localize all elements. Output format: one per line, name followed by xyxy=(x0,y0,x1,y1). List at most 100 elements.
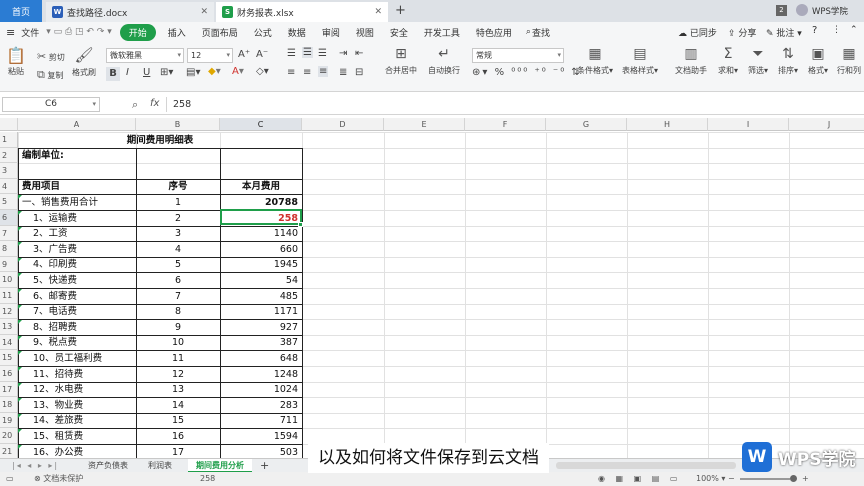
wrap-text-button[interactable]: ↵ 自动换行 xyxy=(425,46,463,76)
spreadsheet-grid[interactable]: A B C D E F G H I J 1 2 3 4 5 6 7 8 9 10 11 12 13 14 1… xyxy=(0,118,864,458)
fill-handle[interactable] xyxy=(298,222,303,227)
expense-seq[interactable]: 17 xyxy=(137,445,219,459)
row-header-3[interactable]: 3 xyxy=(0,163,18,179)
menu-data[interactable]: 数据 xyxy=(280,26,314,39)
unit-label[interactable]: 编制单位: xyxy=(19,148,135,164)
col-header-i[interactable]: I xyxy=(708,118,789,131)
row-header-1[interactable]: 1 xyxy=(0,132,18,148)
italic-button[interactable]: I xyxy=(126,67,129,78)
expense-amount[interactable]: 283 xyxy=(221,398,301,414)
expense-amount[interactable]: 387 xyxy=(221,335,301,351)
window-count-badge[interactable]: 2 xyxy=(776,5,787,16)
expense-amount[interactable]: 503 xyxy=(221,445,301,459)
formula-input[interactable]: 258 xyxy=(166,97,862,112)
expense-item[interactable]: 8、招聘费 xyxy=(19,320,135,336)
expense-item[interactable]: 7、电话费 xyxy=(19,304,135,320)
menu-insert[interactable]: 插入 xyxy=(160,26,194,39)
expense-item[interactable]: 14、差旅费 xyxy=(19,413,135,429)
col-header-f[interactable]: F xyxy=(465,118,546,131)
conditional-format-button[interactable]: ▦ 条件格式▾ xyxy=(575,46,615,76)
expense-item[interactable]: 15、租赁费 xyxy=(19,429,135,445)
expense-seq[interactable]: 11 xyxy=(137,351,219,367)
menu-search[interactable]: 查找 xyxy=(532,26,558,39)
justify-icon[interactable]: ≣ xyxy=(339,67,347,78)
align-bottom-icon[interactable]: ☰ xyxy=(318,48,327,59)
row-header-11[interactable]: 11 xyxy=(0,288,18,304)
expense-seq[interactable]: 4 xyxy=(137,242,219,258)
expense-amount[interactable]: 1024 xyxy=(221,382,301,398)
bold-button[interactable]: B xyxy=(106,67,120,81)
header-amount[interactable]: 本月费用 xyxy=(221,179,301,195)
expense-item[interactable]: 11、招待费 xyxy=(19,367,135,383)
expense-amount[interactable]: 1594 xyxy=(221,429,301,445)
expense-item[interactable]: 一、销售费用合计 xyxy=(19,195,135,211)
menu-extra-icons[interactable]: ▾ ▭ ⎙ ◳ ↶ ↷ ▾ xyxy=(42,27,116,37)
protect-status[interactable]: ⊗ 文档未保护 xyxy=(34,472,83,486)
menu-features[interactable]: 特色应用 xyxy=(468,26,520,39)
paste-button[interactable]: 📋 粘贴 xyxy=(6,46,26,77)
row-header-2[interactable]: 2 xyxy=(0,147,18,164)
zoom-slider-handle[interactable] xyxy=(790,475,797,482)
collapse-ribbon-icon[interactable]: ⌃ xyxy=(850,25,858,35)
merge-center-button[interactable]: ⊞ 合并居中 xyxy=(380,46,422,76)
expense-seq[interactable]: 8 xyxy=(137,304,219,320)
row-header-15[interactable]: 15 xyxy=(0,350,18,366)
col-header-c[interactable]: C xyxy=(220,118,302,131)
zoom-search-icon[interactable]: ⌕ xyxy=(132,98,138,112)
zoom-level[interactable]: 100% ▾ xyxy=(696,472,725,486)
hamburger-icon[interactable]: ≡ xyxy=(0,26,18,39)
align-right-icon[interactable]: ≡ xyxy=(318,66,329,77)
expense-seq[interactable]: 3 xyxy=(137,226,219,242)
expense-seq[interactable]: 9 xyxy=(137,320,219,336)
table-style-button[interactable]: ▤ 表格样式▾ xyxy=(620,46,660,76)
col-header-e[interactable]: E xyxy=(384,118,465,131)
menu-review[interactable]: 审阅 xyxy=(314,26,348,39)
table-title[interactable]: 期间费用明细表 xyxy=(18,133,302,149)
selected-cell-c6[interactable] xyxy=(220,209,302,225)
expense-amount[interactable]: 1248 xyxy=(221,367,301,383)
align-left-icon[interactable]: ≡ xyxy=(287,67,295,78)
expense-item[interactable]: 16、办公费 xyxy=(19,445,135,459)
expense-amount[interactable]: 711 xyxy=(221,413,301,429)
col-header-h[interactable]: H xyxy=(627,118,708,131)
menu-view[interactable]: 视图 xyxy=(348,26,382,39)
tab-doc[interactable]: W 查找路径.docx ✕ xyxy=(46,2,214,22)
font-color-icon[interactable]: A▾ xyxy=(232,66,244,77)
indent-icon[interactable]: ⇥ xyxy=(339,48,347,59)
font-grow-icon[interactable]: A⁺ xyxy=(238,49,250,60)
corner-select-all[interactable] xyxy=(0,118,18,131)
row-col-button[interactable]: ▦ 行和列 xyxy=(835,46,863,76)
format-painter-button[interactable]: 🖌 格式刷 xyxy=(72,46,96,78)
align-center-icon[interactable]: ≡ xyxy=(303,67,311,78)
expense-seq[interactable]: 5 xyxy=(137,257,219,273)
font-name-select[interactable]: 微软雅黑 ▾ xyxy=(106,48,184,63)
col-header-b[interactable]: B xyxy=(136,118,220,131)
account-icon[interactable] xyxy=(796,4,808,16)
row-header-9[interactable]: 9 xyxy=(0,256,18,273)
expense-item[interactable]: 9、税点费 xyxy=(19,335,135,351)
doc-helper-button[interactable]: ▥ 文档助手 xyxy=(672,46,710,76)
cell-reference-box[interactable]: C6 ▾ xyxy=(2,97,100,112)
expense-seq[interactable]: 14 xyxy=(137,398,219,414)
expense-amount[interactable]: 485 xyxy=(221,289,301,305)
macro-icon[interactable]: ▭ xyxy=(6,472,14,486)
sheet-nav-icons[interactable]: |◂ ◂ ▸ ▸| xyxy=(4,459,67,473)
view-mode-icons[interactable]: ◉ ▦ ▣ ▤ ▭ xyxy=(598,472,681,486)
highlight-icon[interactable]: ◆▾ xyxy=(208,66,221,77)
underline-button[interactable]: U xyxy=(143,67,150,78)
sync-status[interactable]: ☁ 已同步 xyxy=(678,26,717,39)
number-format-icons[interactable]: ⊛▾ % ⁰⁰⁰ ⁺⁰ ⁻⁰ ⇅ xyxy=(472,67,582,78)
col-header-d[interactable]: D xyxy=(302,118,384,131)
expense-seq[interactable]: 12 xyxy=(137,367,219,383)
account-name[interactable]: WPS学院 xyxy=(812,5,848,17)
close-icon[interactable]: ✕ xyxy=(374,7,382,17)
expense-seq[interactable]: 6 xyxy=(137,273,219,289)
expense-item[interactable]: 13、物业费 xyxy=(19,398,135,414)
expense-seq[interactable]: 1 xyxy=(137,195,219,211)
expense-amount[interactable]: 648 xyxy=(221,351,301,367)
outdent-icon[interactable]: ⇤ xyxy=(355,48,363,59)
sheet-tab-period-expense[interactable]: 期间费用分析 xyxy=(188,459,252,473)
header-seq[interactable]: 序号 xyxy=(137,179,219,195)
row-header-7[interactable]: 7 xyxy=(0,225,18,242)
align-top-icon[interactable]: ☰ xyxy=(287,48,296,59)
